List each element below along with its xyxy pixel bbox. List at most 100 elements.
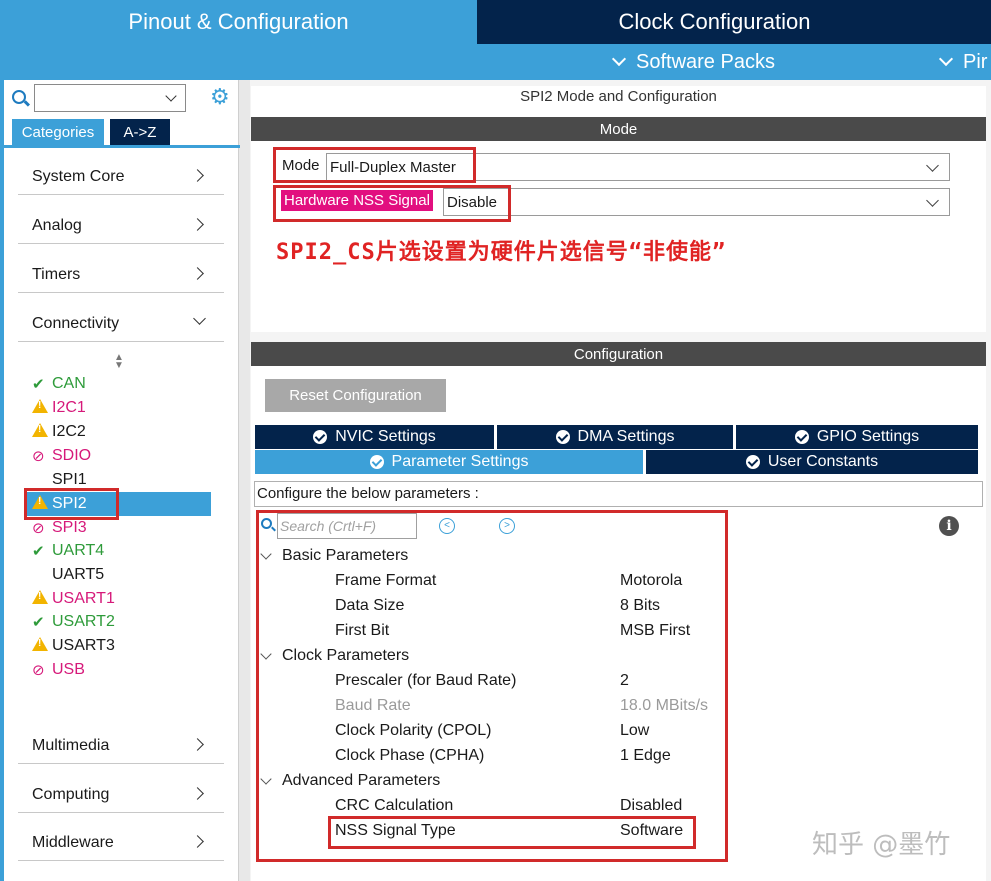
tab-label: NVIC Settings	[335, 428, 436, 445]
chevron-right-icon	[191, 169, 204, 182]
annotation-text: SPI2_CS片选设置为硬件片选信号“非使能”	[276, 240, 727, 265]
chevron-right-icon	[191, 835, 204, 848]
tab-user-constants[interactable]: User Constants	[646, 450, 978, 474]
check-circle-icon	[794, 430, 809, 444]
peripheral-usart3[interactable]: USART3	[32, 634, 212, 658]
peripheral-label: SPI3	[52, 519, 87, 536]
chevron-right-icon	[191, 787, 204, 800]
peripheral-can[interactable]: ✔ CAN	[32, 372, 212, 396]
check-circle-icon	[313, 430, 328, 444]
category-middleware[interactable]: Middleware	[18, 813, 224, 861]
check-icon: ✔	[32, 614, 45, 631]
chevron-right-icon	[191, 218, 204, 231]
peripheral-label: CAN	[52, 375, 86, 392]
warning-icon	[32, 423, 52, 441]
watermark: 知乎 @墨竹	[812, 830, 951, 860]
category-system-core[interactable]: System Core	[18, 147, 224, 195]
peripheral-label: UART4	[52, 542, 105, 559]
peripheral-uart4[interactable]: ✔ UART4	[32, 539, 212, 563]
sidebar-scrollbar[interactable]	[238, 80, 250, 881]
peripheral-i2c2[interactable]: I2C2	[32, 420, 212, 444]
peripheral-label: USART3	[52, 637, 115, 654]
gear-icon[interactable]: ⚙	[210, 86, 230, 108]
category-label: Timers	[32, 266, 81, 283]
tab-label: DMA Settings	[577, 428, 675, 445]
tab-label: GPIO Settings	[816, 428, 920, 445]
nss-select[interactable]: Disable	[443, 188, 950, 216]
tab-gpio-settings[interactable]: GPIO Settings	[736, 425, 978, 449]
category-multimedia[interactable]: Multimedia	[18, 716, 224, 764]
category-search-combo[interactable]	[34, 84, 186, 112]
category-label: Analog	[32, 217, 82, 234]
warning-icon	[32, 637, 52, 655]
category-search-input[interactable]	[35, 85, 155, 111]
tab-parameter-settings[interactable]: Parameter Settings	[255, 450, 643, 474]
peripheral-usart1[interactable]: USART1	[32, 587, 212, 611]
sort-icon[interactable]: ▲ ▼	[114, 353, 124, 371]
peripheral-sdio[interactable]: ⊘ SDIO	[32, 444, 212, 468]
tab-categories[interactable]: Categories	[12, 119, 104, 145]
parameters-hint: Configure the below parameters :	[254, 481, 983, 507]
peripheral-label: SPI1	[52, 471, 87, 488]
peripheral-label: USB	[52, 661, 85, 678]
check-icon: ✔	[32, 543, 45, 560]
peripheral-i2c1[interactable]: I2C1	[32, 396, 212, 420]
annotation-box-mode	[273, 147, 476, 183]
tab-label: User Constants	[767, 453, 879, 470]
check-circle-icon	[369, 455, 384, 469]
category-analog[interactable]: Analog	[18, 196, 224, 244]
category-label: Connectivity	[32, 315, 120, 332]
check-icon: ✔	[32, 376, 45, 393]
disabled-icon: ⊘	[32, 448, 45, 465]
info-icon[interactable]: i	[939, 516, 959, 536]
mode-section-header: Mode	[251, 117, 986, 141]
annotation-box-nss	[273, 185, 511, 222]
chevron-down-icon	[926, 194, 939, 207]
peripheral-usart2[interactable]: ✔ USART2	[32, 610, 212, 634]
category-label: Middleware	[32, 834, 114, 851]
category-timers[interactable]: Timers	[18, 245, 224, 293]
annotation-box-parameters	[256, 510, 728, 862]
category-computing[interactable]: Computing	[18, 765, 224, 813]
peripheral-uart5[interactable]: UART5	[32, 563, 212, 587]
chevron-down-icon	[193, 312, 206, 325]
chevron-right-icon	[191, 738, 204, 751]
warning-icon	[32, 399, 52, 417]
peripheral-label: USART2	[52, 613, 115, 630]
tab-clock-configuration[interactable]: Clock Configuration	[479, 0, 950, 44]
chevron-down-icon	[611, 51, 627, 67]
disabled-icon: ⊘	[32, 662, 45, 679]
annotation-box-spi2	[24, 488, 119, 520]
disabled-icon: ⊘	[32, 520, 45, 537]
pinout-menu[interactable]: Pir	[938, 44, 988, 80]
peripheral-label: I2C1	[52, 399, 86, 416]
tab-overflow[interactable]	[953, 0, 991, 44]
tab-a-to-z[interactable]: A->Z	[110, 119, 170, 145]
warning-icon	[32, 590, 52, 608]
peripheral-label: SDIO	[52, 447, 92, 464]
category-connectivity[interactable]: Connectivity	[18, 294, 224, 342]
peripheral-usb[interactable]: ⊘ USB	[32, 658, 212, 682]
peripheral-label: UART5	[52, 566, 105, 583]
category-label: Multimedia	[32, 737, 110, 754]
chevron-down-icon[interactable]	[165, 90, 177, 102]
pinout-menu-label: Pir	[963, 50, 988, 73]
peripheral-label: USART1	[52, 590, 115, 607]
peripheral-label: I2C2	[52, 423, 86, 440]
sidebar-edge	[0, 80, 4, 881]
category-label: System Core	[32, 168, 125, 185]
software-packs-label: Software Packs	[636, 50, 775, 73]
tab-dma-settings[interactable]: DMA Settings	[497, 425, 733, 449]
top-tab-bar: Pinout & Configuration Clock Configurati…	[0, 0, 991, 44]
chevron-right-icon	[191, 267, 204, 280]
check-circle-icon	[555, 430, 570, 444]
tab-pinout-configuration[interactable]: Pinout & Configuration	[0, 0, 477, 44]
chevron-down-icon	[926, 159, 939, 172]
configuration-section-header: Configuration	[251, 342, 986, 366]
chevron-down-icon	[938, 51, 954, 67]
software-packs-menu[interactable]: Software Packs	[611, 44, 775, 80]
reset-configuration-button[interactable]: Reset Configuration	[265, 379, 446, 412]
annotation-box-nss-type	[328, 816, 696, 849]
tab-nvic-settings[interactable]: NVIC Settings	[255, 425, 494, 449]
sub-menu-bar: Software Packs Pir	[0, 44, 991, 80]
